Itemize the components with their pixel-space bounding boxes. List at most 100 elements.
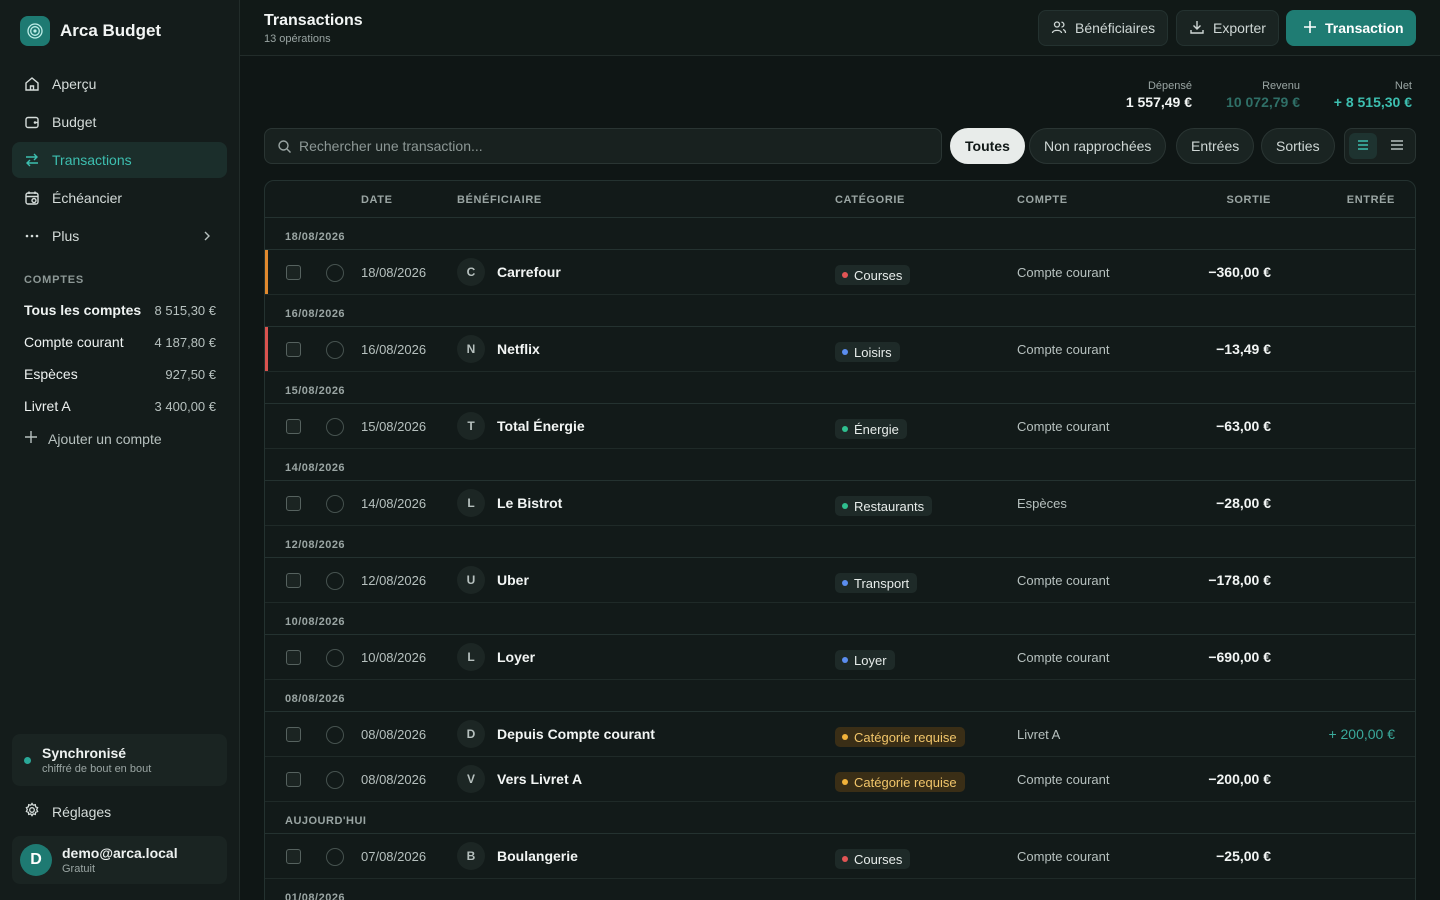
- date-group-label: 12/08/2026: [285, 539, 346, 551]
- account-balance: 3 400,00 €: [154, 398, 216, 414]
- category-badge[interactable]: Énergie: [835, 419, 907, 439]
- category-badge[interactable]: Catégorie requise: [835, 727, 965, 747]
- table-row[interactable]: 16/08/2026 N Netflix Loisirs Compte courant −…: [265, 327, 1415, 372]
- category-badge[interactable]: Courses: [835, 265, 911, 285]
- account-balance: 4 187,80 €: [154, 334, 216, 350]
- cell-payee[interactable]: Netflix: [497, 341, 540, 357]
- nav-item-plus[interactable]: Plus: [12, 218, 227, 254]
- cell-account: Compte courant: [1017, 772, 1110, 787]
- cell-payee[interactable]: Le Bistrot: [497, 495, 562, 511]
- transactions-table: DATE BÉNÉFICIAIRE CATÉGORIE COMPTE SORTI…: [264, 180, 1416, 900]
- table-row[interactable]: 12/08/2026 U Uber Transport Compte courant −1…: [265, 558, 1415, 603]
- reconcile-toggle[interactable]: [326, 771, 344, 789]
- table-row[interactable]: 08/08/2026 V Vers Livret A Catégorie requis…: [265, 757, 1415, 802]
- cell-account: Compte courant: [1017, 573, 1110, 588]
- page-header: Transactions 13 opérations Bénéficiaires…: [240, 0, 1440, 56]
- category-badge[interactable]: Loisirs: [835, 342, 900, 362]
- nav-item-apercu[interactable]: Aperçu: [12, 66, 227, 102]
- account-item-especes[interactable]: Espèces 927,50 €: [24, 358, 216, 390]
- compact-view-button[interactable]: [1383, 133, 1411, 159]
- reconcile-toggle[interactable]: [326, 341, 344, 359]
- row-checkbox[interactable]: [286, 772, 301, 787]
- cell-payee[interactable]: Carrefour: [497, 264, 561, 280]
- category-label: Catégorie requise: [854, 774, 957, 790]
- export-button[interactable]: Exporter: [1176, 10, 1279, 46]
- reconcile-toggle[interactable]: [326, 726, 344, 744]
- row-checkbox[interactable]: [286, 727, 301, 742]
- table-row[interactable]: 07/08/2026 B Boulangerie Courses Compte cour…: [265, 834, 1415, 879]
- payees-button[interactable]: Bénéficiaires: [1038, 10, 1169, 46]
- filter-income[interactable]: Entrées: [1176, 128, 1255, 164]
- new-transaction-button[interactable]: Transaction: [1286, 10, 1416, 46]
- filter-all[interactable]: Toutes: [950, 128, 1025, 164]
- home-icon: [24, 76, 40, 92]
- table-row[interactable]: 08/08/2026 D Depuis Compte courant Catégori…: [265, 712, 1415, 757]
- category-dot-icon: [842, 580, 848, 586]
- date-group-label: 18/08/2026: [285, 231, 346, 243]
- category-badge[interactable]: Restaurants: [835, 496, 933, 516]
- col-category[interactable]: CATÉGORIE: [835, 194, 905, 206]
- table-row[interactable]: 15/08/2026 T Total Énergie Énergie Compte co…: [265, 404, 1415, 449]
- cell-date: 12/08/2026: [361, 573, 427, 588]
- row-checkbox[interactable]: [286, 342, 301, 357]
- date-group-header: AUJOURD'HUI: [265, 802, 1415, 834]
- col-payee[interactable]: BÉNÉFICIAIRE: [457, 194, 542, 206]
- brand[interactable]: Arca Budget: [20, 16, 161, 46]
- reconcile-toggle[interactable]: [326, 572, 344, 590]
- account-item-livret-a[interactable]: Livret A 3 400,00 €: [24, 390, 216, 422]
- row-checkbox[interactable]: [286, 573, 301, 588]
- nav-item-transactions[interactable]: Transactions: [12, 142, 227, 178]
- cell-payee[interactable]: Vers Livret A: [497, 771, 582, 787]
- cell-payee[interactable]: Depuis Compte courant: [497, 726, 655, 742]
- category-badge[interactable]: Transport: [835, 573, 918, 593]
- table-row[interactable]: 18/08/2026 C Carrefour Courses Compte couran…: [265, 250, 1415, 295]
- filter-expenses[interactable]: Sorties: [1261, 128, 1335, 164]
- cell-payee[interactable]: Boulangerie: [497, 848, 578, 864]
- main-nav: Aperçu Budget Transactions Échéancier Pl…: [12, 66, 227, 256]
- cell-payee[interactable]: Loyer: [497, 649, 535, 665]
- add-account-button[interactable]: Ajouter un compte: [24, 430, 162, 447]
- col-out[interactable]: SORTIE: [1226, 194, 1271, 206]
- search-input[interactable]: [299, 129, 919, 163]
- nav-item-echeancier[interactable]: Échéancier: [12, 180, 227, 216]
- category-badge[interactable]: Courses: [835, 849, 911, 869]
- reconcile-toggle[interactable]: [326, 649, 344, 667]
- grouped-view-button[interactable]: [1349, 133, 1377, 159]
- accounts-section-label: COMPTES: [24, 274, 84, 286]
- summary-net: Net + 8 515,30 €: [1334, 80, 1412, 110]
- col-date[interactable]: DATE: [361, 194, 393, 206]
- row-checkbox[interactable]: [286, 419, 301, 434]
- reconcile-toggle[interactable]: [326, 848, 344, 866]
- reconcile-toggle[interactable]: [326, 264, 344, 282]
- reconcile-toggle[interactable]: [326, 495, 344, 513]
- account-item-all[interactable]: Tous les comptes 8 515,30 €: [24, 294, 216, 326]
- cell-payee[interactable]: Uber: [497, 572, 529, 588]
- nav-label: Plus: [52, 228, 80, 244]
- category-label: Courses: [854, 267, 903, 283]
- cell-out: −690,00 €: [1208, 649, 1271, 665]
- user-menu[interactable]: D demo@arca.local Gratuit: [12, 836, 227, 884]
- settings-link[interactable]: Réglages: [24, 802, 111, 821]
- payee-avatar: L: [457, 643, 485, 671]
- reconcile-toggle[interactable]: [326, 418, 344, 436]
- table-row[interactable]: 14/08/2026 L Le Bistrot Restaurants Espèces −…: [265, 481, 1415, 526]
- row-checkbox[interactable]: [286, 265, 301, 280]
- row-checkbox[interactable]: [286, 849, 301, 864]
- table-row[interactable]: 10/08/2026 L Loyer Loyer Compte courant −690,…: [265, 635, 1415, 680]
- date-group-header: 10/08/2026: [265, 603, 1415, 635]
- cell-account: Espèces: [1017, 496, 1067, 511]
- row-checkbox[interactable]: [286, 650, 301, 665]
- nav-item-budget[interactable]: Budget: [12, 104, 227, 140]
- category-badge[interactable]: Catégorie requise: [835, 772, 965, 792]
- account-item-compte-courant[interactable]: Compte courant 4 187,80 €: [24, 326, 216, 358]
- cell-payee[interactable]: Total Énergie: [497, 418, 585, 434]
- col-account[interactable]: COMPTE: [1017, 194, 1068, 206]
- row-checkbox[interactable]: [286, 496, 301, 511]
- cell-account: Compte courant: [1017, 650, 1110, 665]
- date-group-header: 15/08/2026: [265, 372, 1415, 404]
- account-name: Espèces: [24, 366, 78, 382]
- category-badge[interactable]: Loyer: [835, 650, 895, 670]
- chevron-right-icon: [199, 228, 215, 247]
- col-in[interactable]: ENTRÉE: [1347, 194, 1395, 206]
- filter-unreconciled[interactable]: Non rapprochées: [1029, 128, 1167, 164]
